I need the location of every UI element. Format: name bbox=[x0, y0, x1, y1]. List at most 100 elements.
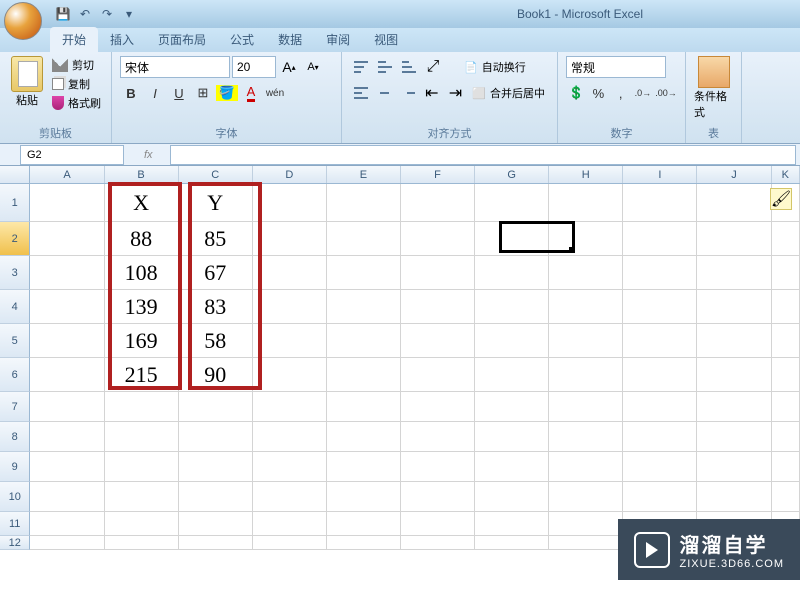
cell-A7[interactable] bbox=[30, 392, 104, 422]
align-left-button[interactable] bbox=[350, 82, 372, 104]
office-button[interactable] bbox=[4, 2, 42, 40]
cell-E10[interactable] bbox=[327, 482, 401, 512]
cell-J8[interactable] bbox=[697, 422, 771, 452]
cell-C1[interactable]: Y bbox=[179, 184, 253, 222]
format-painter-button[interactable]: 格式刷 bbox=[50, 94, 103, 112]
cell-G12[interactable] bbox=[475, 536, 549, 550]
cell-I7[interactable] bbox=[623, 392, 697, 422]
row-header-11[interactable]: 11 bbox=[0, 512, 30, 536]
cell-H10[interactable] bbox=[549, 482, 623, 512]
cell-C9[interactable] bbox=[179, 452, 253, 482]
cell-E4[interactable] bbox=[327, 290, 401, 324]
cell-I4[interactable] bbox=[623, 290, 697, 324]
redo-icon[interactable]: ↷ bbox=[98, 5, 116, 23]
cell-B5[interactable]: 169 bbox=[105, 324, 179, 358]
tab-home[interactable]: 开始 bbox=[50, 27, 98, 52]
align-bottom-button[interactable] bbox=[398, 56, 420, 78]
align-top-button[interactable] bbox=[350, 56, 372, 78]
cell-K7[interactable] bbox=[772, 392, 800, 422]
cell-I1[interactable] bbox=[623, 184, 697, 222]
cell-D8[interactable] bbox=[253, 422, 327, 452]
cell-G8[interactable] bbox=[475, 422, 549, 452]
percent-button[interactable]: % bbox=[588, 82, 608, 104]
cell-A10[interactable] bbox=[30, 482, 104, 512]
cell-C7[interactable] bbox=[179, 392, 253, 422]
row-header-5[interactable]: 5 bbox=[0, 324, 30, 358]
fx-button[interactable]: fx bbox=[144, 149, 168, 161]
cell-H6[interactable] bbox=[549, 358, 623, 392]
tab-review[interactable]: 审阅 bbox=[314, 27, 362, 52]
col-header-K[interactable]: K bbox=[772, 166, 800, 183]
cell-J5[interactable] bbox=[697, 324, 771, 358]
tab-view[interactable]: 视图 bbox=[362, 27, 410, 52]
cell-B2[interactable]: 88 bbox=[105, 222, 179, 256]
cell-E1[interactable] bbox=[327, 184, 401, 222]
cell-A5[interactable] bbox=[30, 324, 104, 358]
cell-A3[interactable] bbox=[30, 256, 104, 290]
cell-F11[interactable] bbox=[401, 512, 475, 536]
font-name-select[interactable] bbox=[120, 56, 230, 78]
cell-H7[interactable] bbox=[549, 392, 623, 422]
cell-K8[interactable] bbox=[772, 422, 800, 452]
col-header-I[interactable]: I bbox=[623, 166, 697, 183]
paste-button[interactable]: 粘贴 bbox=[8, 56, 46, 123]
formula-bar[interactable] bbox=[170, 145, 796, 165]
cell-A4[interactable] bbox=[30, 290, 104, 324]
col-header-B[interactable]: B bbox=[105, 166, 179, 183]
cell-F9[interactable] bbox=[401, 452, 475, 482]
align-center-button[interactable] bbox=[374, 82, 396, 104]
cell-H11[interactable] bbox=[549, 512, 623, 536]
cell-H3[interactable] bbox=[549, 256, 623, 290]
col-header-D[interactable]: D bbox=[253, 166, 327, 183]
cell-E9[interactable] bbox=[327, 452, 401, 482]
cell-A8[interactable] bbox=[30, 422, 104, 452]
border-button[interactable]: ⊞ bbox=[192, 82, 214, 104]
merge-center-button[interactable]: ⬜合并后居中 bbox=[468, 82, 549, 104]
cell-B7[interactable] bbox=[105, 392, 179, 422]
cell-K5[interactable] bbox=[772, 324, 800, 358]
cell-D7[interactable] bbox=[253, 392, 327, 422]
cell-G11[interactable] bbox=[475, 512, 549, 536]
col-header-C[interactable]: C bbox=[179, 166, 253, 183]
cell-K3[interactable] bbox=[772, 256, 800, 290]
col-header-J[interactable]: J bbox=[697, 166, 771, 183]
cell-A1[interactable] bbox=[30, 184, 104, 222]
decrease-decimal-button[interactable]: .00→ bbox=[655, 82, 677, 104]
cell-B9[interactable] bbox=[105, 452, 179, 482]
cell-I5[interactable] bbox=[623, 324, 697, 358]
cell-K10[interactable] bbox=[772, 482, 800, 512]
cut-button[interactable]: 剪切 bbox=[50, 56, 103, 74]
cell-I3[interactable] bbox=[623, 256, 697, 290]
cell-D5[interactable] bbox=[253, 324, 327, 358]
row-header-4[interactable]: 4 bbox=[0, 290, 30, 324]
decrease-indent-button[interactable]: ⇤ bbox=[421, 82, 443, 104]
cell-B1[interactable]: X bbox=[105, 184, 179, 222]
cell-G7[interactable] bbox=[475, 392, 549, 422]
cell-E3[interactable] bbox=[327, 256, 401, 290]
cell-B6[interactable]: 215 bbox=[105, 358, 179, 392]
cell-J3[interactable] bbox=[697, 256, 771, 290]
cell-D4[interactable] bbox=[253, 290, 327, 324]
cell-A6[interactable] bbox=[30, 358, 104, 392]
cell-F10[interactable] bbox=[401, 482, 475, 512]
accounting-format-button[interactable]: 💲 bbox=[566, 82, 586, 104]
cell-E6[interactable] bbox=[327, 358, 401, 392]
cell-C10[interactable] bbox=[179, 482, 253, 512]
cell-A2[interactable] bbox=[30, 222, 104, 256]
cell-J4[interactable] bbox=[697, 290, 771, 324]
grow-font-button[interactable]: A▴ bbox=[278, 56, 300, 78]
cell-B8[interactable] bbox=[105, 422, 179, 452]
cell-C4[interactable]: 83 bbox=[179, 290, 253, 324]
cell-G5[interactable] bbox=[475, 324, 549, 358]
cell-K2[interactable] bbox=[772, 222, 800, 256]
cell-D1[interactable] bbox=[253, 184, 327, 222]
tab-formulas[interactable]: 公式 bbox=[218, 27, 266, 52]
row-header-8[interactable]: 8 bbox=[0, 422, 30, 452]
cell-J2[interactable] bbox=[697, 222, 771, 256]
cell-F5[interactable] bbox=[401, 324, 475, 358]
cell-C3[interactable]: 67 bbox=[179, 256, 253, 290]
cell-C2[interactable]: 85 bbox=[179, 222, 253, 256]
comma-button[interactable]: , bbox=[611, 82, 631, 104]
worksheet-grid[interactable]: ABCDEFGHIJK1XY28885310867413983516958621… bbox=[0, 166, 800, 550]
name-box[interactable]: G2 bbox=[20, 145, 124, 165]
